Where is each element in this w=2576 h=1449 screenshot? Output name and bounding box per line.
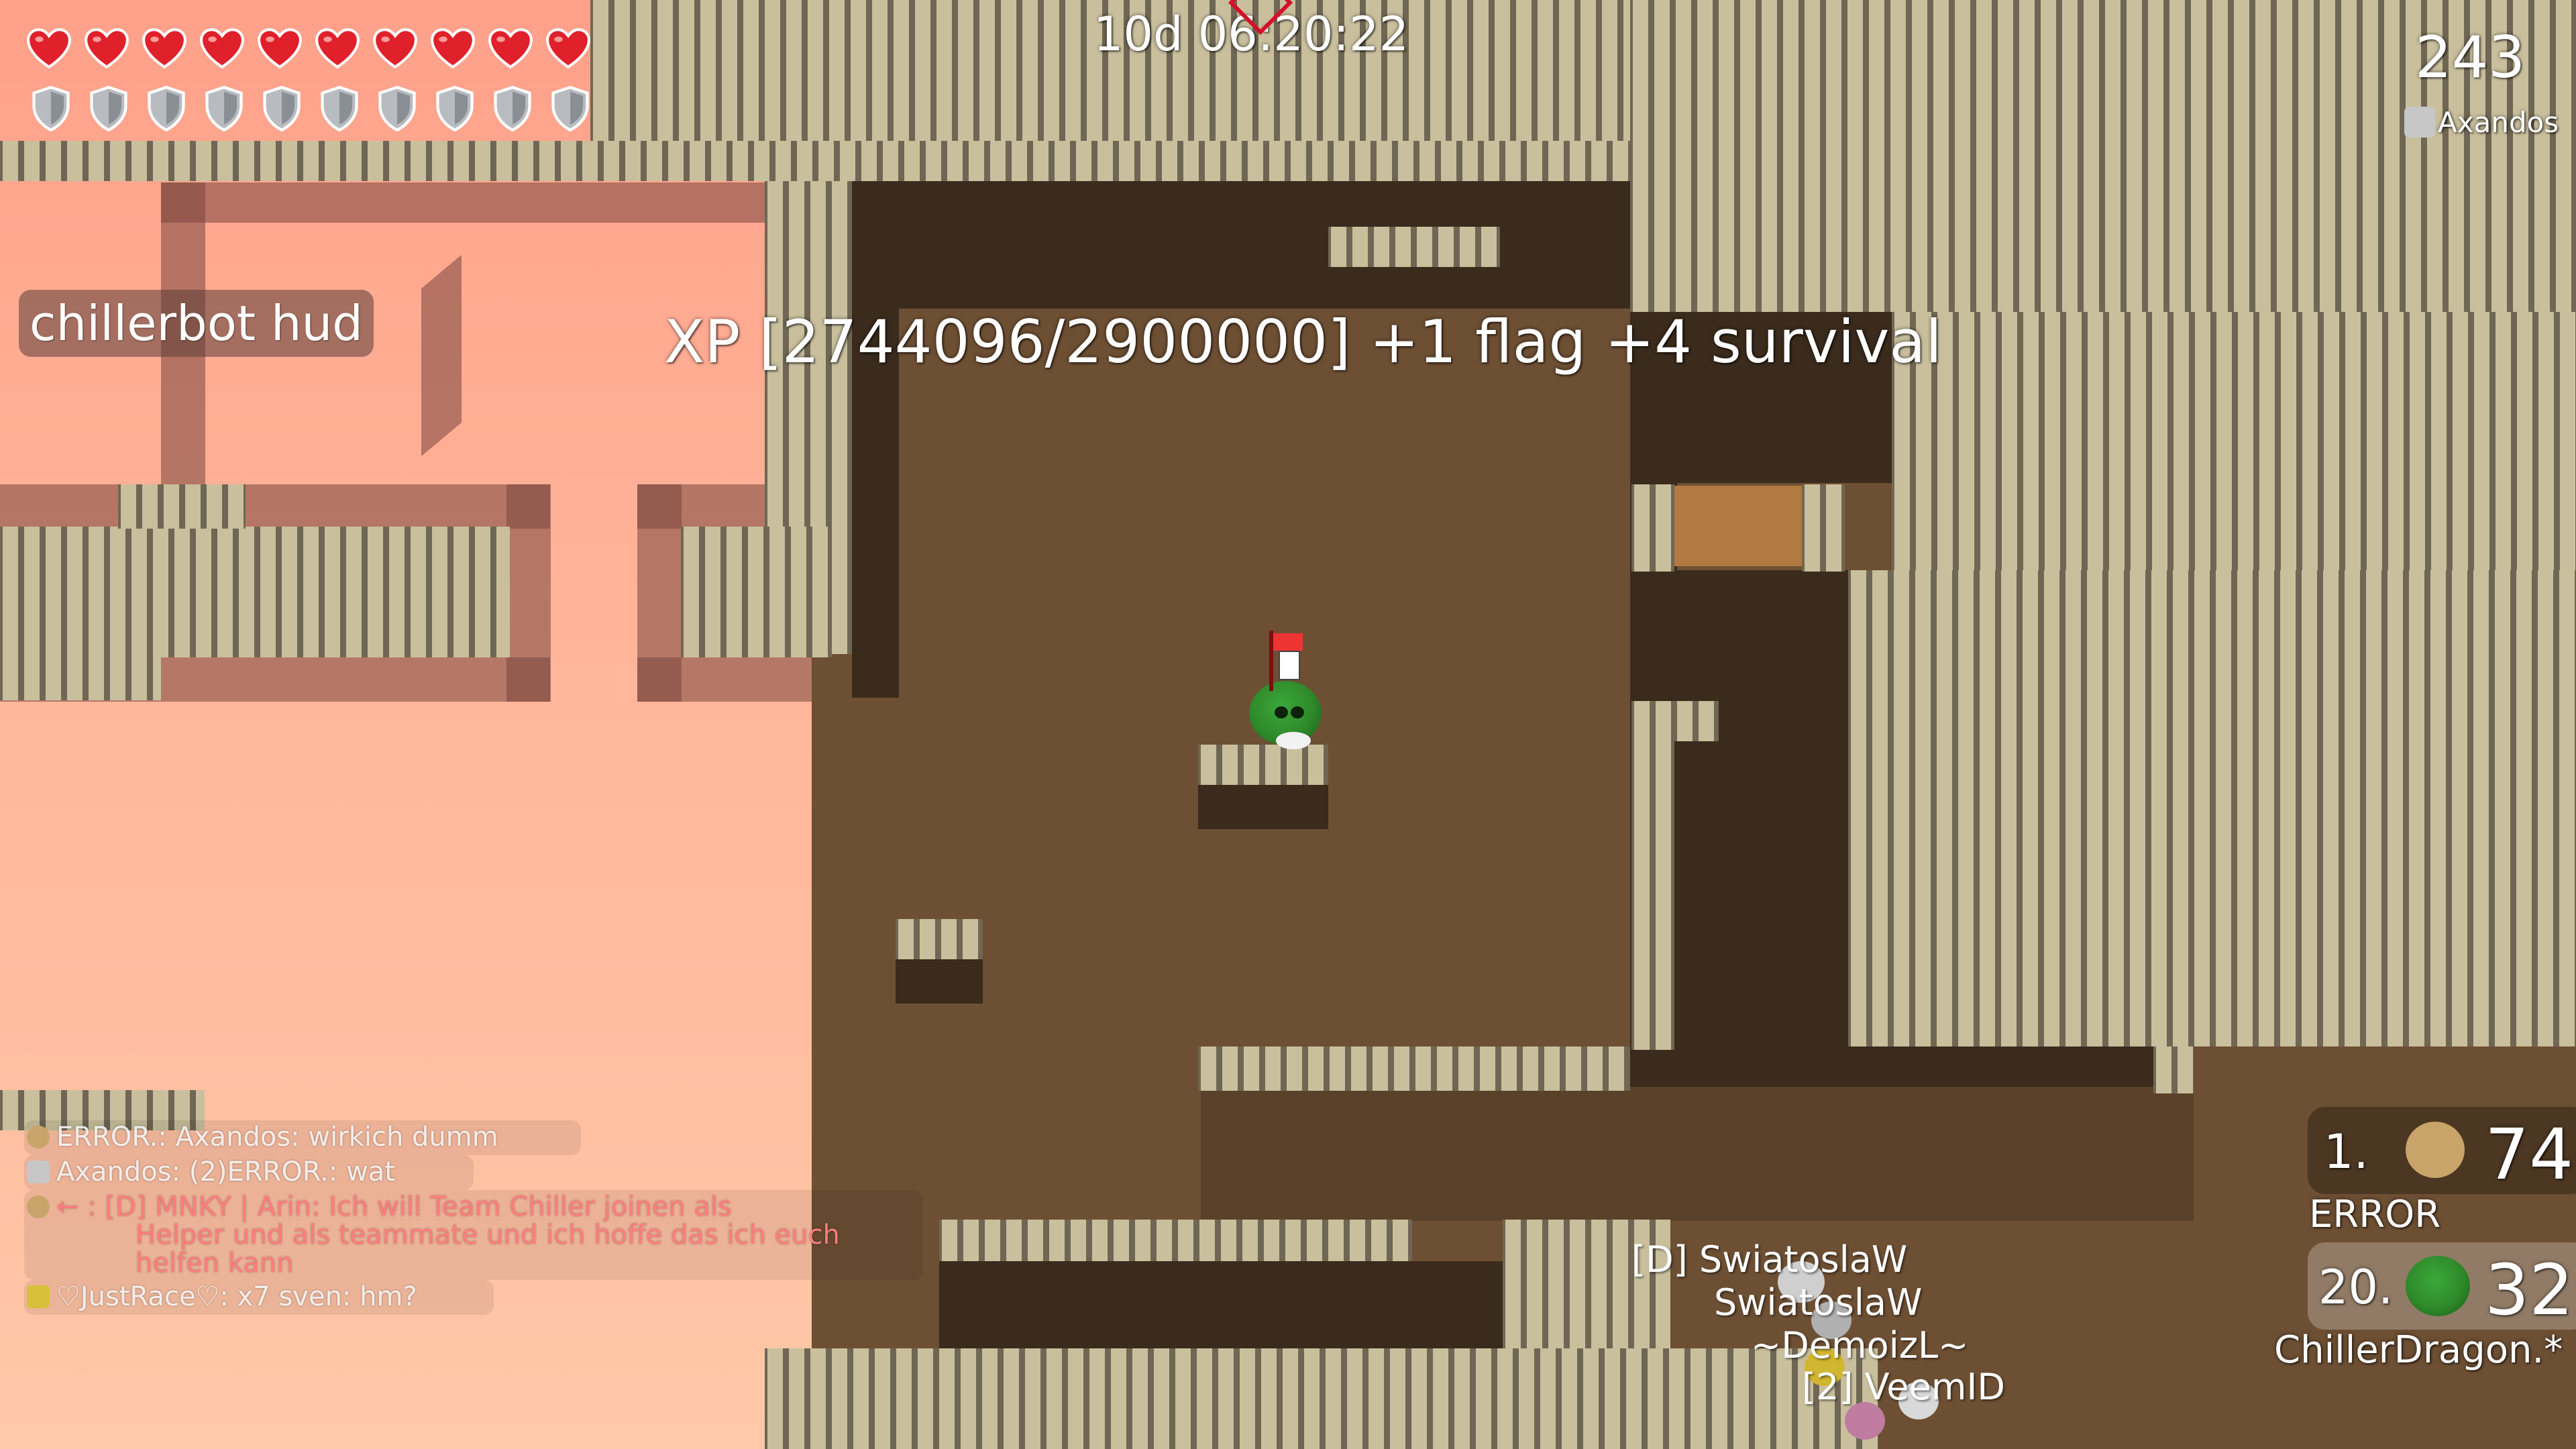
heart-icon (488, 28, 533, 69)
scoreboard-name: ChillerDragon.* (2274, 1328, 2563, 1372)
tee-icon (27, 1126, 50, 1148)
chat-text: Axandos: wirkich dumm (175, 1122, 498, 1152)
spectating-player-name: Axandos (2438, 106, 2559, 139)
tile-left-block (681, 527, 832, 657)
hud-label: chillerbot hud (19, 290, 374, 357)
flag-icon (1268, 631, 1308, 691)
player-eye (1275, 706, 1288, 718)
chat-message: ← : [D] MNKY | Arin: Ich will Team Chill… (27, 1191, 732, 1222)
armor-icon (32, 86, 70, 131)
spectating-player: Axandos (2404, 106, 2559, 139)
armor-icon (90, 86, 127, 131)
tee-icon (27, 1195, 50, 1218)
heart-icon (315, 28, 360, 69)
scoreboard-score: 32 (2485, 1249, 2574, 1331)
mid-tunnel (1201, 1087, 2194, 1221)
armor-icon (436, 86, 474, 131)
heart-icon (258, 28, 302, 69)
tile-platform (896, 919, 983, 959)
armor-icon (205, 86, 243, 131)
dark-tunnel (852, 181, 1630, 309)
health-bar (27, 27, 604, 80)
chat-text: (2)ERROR.: wat (189, 1157, 395, 1187)
chat-message: Axandos: (2)ERROR.: wat (27, 1157, 395, 1187)
chat-author: ♡JustRace♡: (56, 1281, 229, 1312)
heart-icon (85, 28, 129, 69)
game-viewport[interactable]: 10d 06:20:22 243 Axandos chillerbot hud … (0, 0, 2576, 1449)
player-name-tag: ~DemoizL~ (1751, 1324, 1969, 1366)
tile-block-right (2153, 1046, 2194, 1093)
tile-ledge (1631, 484, 1674, 572)
chat-author: ← (56, 1191, 79, 1222)
armor-icon (148, 86, 185, 131)
tile-floor (1198, 1046, 1630, 1091)
armor-icon (551, 86, 589, 131)
tile-left-block (0, 527, 510, 657)
scoreboard-entry: 1. 74 (2308, 1107, 2576, 1195)
armor-icon (263, 86, 301, 131)
player-name-tag: SwiatoslaW (1714, 1281, 1923, 1324)
heart-icon (27, 28, 71, 69)
scoreboard-score: 74 (2485, 1114, 2574, 1195)
tile-left-block (118, 484, 246, 529)
hud-label-text: chillerbot hud (30, 295, 363, 352)
scoreboard-rank: 1. (2324, 1124, 2369, 1179)
tee-icon (2406, 1256, 2470, 1316)
platform-shadow (1198, 785, 1328, 829)
player-foot (1276, 732, 1311, 749)
scoreboard-rank: 20. (2318, 1260, 2394, 1315)
chat-message-cont: helfen kann (136, 1248, 294, 1279)
tee-icon (2406, 1122, 2465, 1178)
ghost-ramp (421, 254, 462, 457)
ghost-wall (161, 182, 805, 223)
armor-icon (494, 86, 531, 131)
armor-icon (321, 86, 358, 131)
player-name-tag: [2] VeemID (1802, 1366, 2005, 1408)
platform-shadow (896, 959, 983, 1004)
xp-message: XP [2744096/2900000] +1 flag +4 survival (664, 307, 1942, 376)
heart-icon (200, 28, 244, 69)
cat-tee-icon (27, 1161, 50, 1183)
scoreboard-entry: 20. 32 (2308, 1242, 2576, 1331)
player-name-tag: [D] SwiatoslaW (1631, 1238, 1908, 1281)
dark-tunnel (939, 1261, 1503, 1355)
chat-message: ERROR.: Axandos: wirkich dumm (27, 1122, 498, 1152)
heart-icon (142, 28, 186, 69)
chat-text: x7 sven: hm? (237, 1281, 417, 1312)
tile-left-block (0, 657, 161, 700)
dark-tunnel (1677, 570, 1851, 1073)
cat-tee-icon (2404, 107, 2435, 138)
player-eye (1291, 706, 1304, 718)
ghost-wall (0, 484, 550, 529)
ghost-wall (637, 657, 832, 702)
chat-message-cont: Helper und als teammate und ich hoffe da… (136, 1220, 840, 1250)
scoreboard-name: ERROR (2309, 1193, 2441, 1236)
chat-author: Axandos: (56, 1157, 181, 1187)
heart-icon (373, 28, 417, 69)
player-character (1249, 681, 1323, 749)
tile-floor (939, 1220, 1412, 1261)
heart-icon (431, 28, 475, 69)
armor-bar (31, 86, 608, 140)
tile-platform (1198, 745, 1328, 785)
ghost-wall (506, 484, 551, 702)
chat-author: ERROR.: (56, 1122, 167, 1152)
chat-message: ♡JustRace♡: x7 sven: hm? (27, 1281, 417, 1312)
tile-block-right (1892, 312, 2576, 570)
tile-floor (765, 1348, 1878, 1449)
yellow-tee-icon (27, 1285, 50, 1308)
score-counter: 243 (2415, 24, 2526, 91)
armor-icon (378, 86, 416, 131)
tile-ledge (1802, 484, 1845, 572)
wooden-door (1673, 486, 1803, 566)
heart-icon (546, 28, 590, 69)
tile-block-right (1848, 570, 2576, 1046)
chat-text: : [D] MNKY | Arin: Ich will Team Chiller… (87, 1191, 732, 1222)
tile-ledge (1328, 227, 1500, 267)
tile-column (1631, 701, 1674, 1050)
